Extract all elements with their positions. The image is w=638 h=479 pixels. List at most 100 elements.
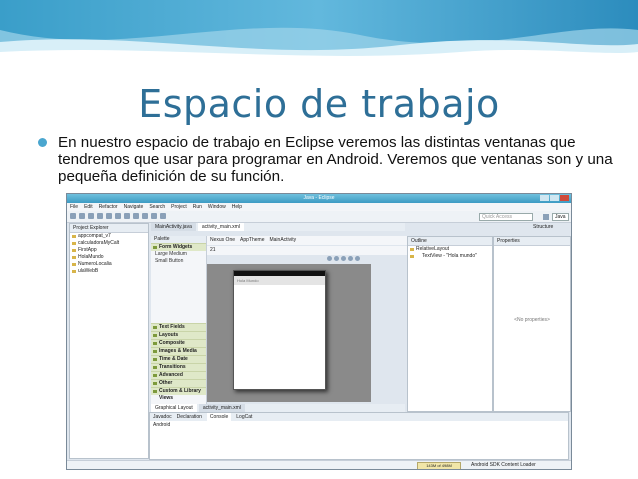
tab-mainactivity-java[interactable]: MainActivity.java [151, 223, 196, 231]
properties-header[interactable]: Properties [494, 237, 570, 246]
console-panel: Javadoc Declaration Console LogCat Andro… [149, 412, 569, 460]
tab-graphical-layout[interactable]: Graphical Layout [151, 404, 197, 412]
tree-item[interactable]: calculadoraMyCalt [70, 240, 148, 247]
toolbar-icons [70, 213, 166, 219]
open-perspective-icon[interactable] [543, 214, 549, 220]
palette-section[interactable]: Other [151, 379, 206, 387]
tab-declaration[interactable]: Declaration [177, 413, 202, 421]
external-tools-icon[interactable] [115, 213, 121, 219]
maximize-icon[interactable] [550, 195, 559, 201]
debug-icon[interactable] [97, 213, 103, 219]
tab-logcat[interactable]: LogCat [236, 413, 252, 421]
tree-item[interactable]: HolaMundo [70, 254, 148, 261]
console-tabs: Javadoc Declaration Console LogCat [150, 413, 568, 421]
tab-javadoc[interactable]: Javadoc [153, 413, 172, 421]
header-band [0, 0, 638, 62]
status-bar: 143M of 498M Android SDK Content Loader [67, 460, 571, 469]
close-icon[interactable] [560, 195, 569, 201]
layout-view-tabs: Graphical Layout activity_main.xml [151, 404, 405, 412]
menu-help[interactable]: Help [232, 203, 242, 211]
menu-refactor[interactable]: Refactor [99, 203, 118, 211]
quick-access-input[interactable]: Quick Access [479, 213, 533, 221]
minimize-icon[interactable] [540, 195, 549, 201]
editor-tabs: MainActivity.java activity_main.xml [151, 223, 405, 231]
layout-canvas[interactable]: Hola Mundo [207, 264, 371, 402]
tree-item[interactable]: FirstApp [70, 247, 148, 254]
structure-label: Structure [533, 224, 554, 230]
device-selector[interactable]: Nexus One [210, 236, 235, 245]
tree-item[interactable]: NumeroLocalia [70, 261, 148, 268]
open-type-icon[interactable] [133, 213, 139, 219]
menu-window[interactable]: Window [208, 203, 226, 211]
tab-xml-source[interactable]: activity_main.xml [198, 404, 245, 412]
new-java-class-icon[interactable] [124, 213, 130, 219]
menu-bar: File Edit Refactor Navigate Search Proje… [67, 203, 571, 211]
palette-panel: Palette Form Widgets Large Medium Small … [151, 236, 207, 404]
layout-editor-toolbar: Nexus One AppTheme MainActivity [207, 236, 408, 245]
header-wave-graphic [0, 0, 638, 62]
tab-console[interactable]: Console [206, 413, 232, 421]
palette-section[interactable]: Layouts [151, 331, 206, 339]
menu-project[interactable]: Project [171, 203, 187, 211]
slide-title: Espacio de trabajo [138, 82, 500, 126]
palette-row[interactable]: Small Button [151, 258, 206, 265]
palette-header: Palette [151, 236, 206, 243]
activity-selector[interactable]: MainActivity [269, 236, 296, 245]
menu-run[interactable]: Run [193, 203, 202, 211]
api-level-selector[interactable]: 21 [207, 246, 408, 255]
palette-section[interactable]: Form Widgets [151, 243, 206, 251]
bullet-marker [38, 138, 47, 147]
perspective-switcher: Java [543, 213, 569, 221]
search-icon[interactable] [142, 213, 148, 219]
palette-section[interactable]: Text Fields [151, 323, 206, 331]
project-explorer-header[interactable]: Project Explorer [70, 224, 148, 233]
outline-header[interactable]: Outline [408, 237, 492, 246]
java-perspective-button[interactable]: Java [552, 213, 569, 221]
menu-navigate[interactable]: Navigate [124, 203, 144, 211]
menu-file[interactable]: File [70, 203, 78, 211]
palette-section[interactable]: Custom & Library Views [151, 387, 206, 401]
zoom-fit-icon[interactable] [341, 256, 346, 261]
palette-section[interactable]: Images & Media [151, 347, 206, 355]
zoom-in-icon[interactable] [327, 256, 332, 261]
zoom-actual-icon[interactable] [348, 256, 353, 261]
window-titlebar: Java - Eclipse [67, 194, 571, 203]
bullet-text: En nuestro espacio de trabajo en Eclipse… [58, 134, 613, 185]
window-controls [540, 195, 569, 201]
project-explorer-panel: Project Explorer appcompat_v7 calculador… [69, 223, 149, 459]
tab-activity-main-xml[interactable]: activity_main.xml [197, 223, 244, 231]
outline-panel: Outline RelativeLayout TextView - "Hola … [407, 236, 493, 412]
loader-status: Android SDK Content Loader [471, 462, 536, 468]
menu-search[interactable]: Search [149, 203, 165, 211]
palette-section[interactable]: Time & Date [151, 355, 206, 363]
properties-empty-text: <No properties> [514, 317, 550, 323]
tree-item[interactable]: ulaWebB [70, 268, 148, 275]
window-title: Java - Eclipse [303, 195, 335, 201]
new-icon[interactable] [70, 213, 76, 219]
back-icon[interactable] [151, 213, 157, 219]
main-toolbar: Quick Access Java [67, 211, 571, 223]
menu-edit[interactable]: Edit [84, 203, 93, 211]
tree-item[interactable]: appcompat_v7 [70, 233, 148, 240]
console-output: Android [153, 422, 171, 428]
device-app-title: Hola Mundo [234, 276, 325, 285]
palette-widgets-area [151, 265, 206, 323]
theme-selector[interactable]: AppTheme [240, 236, 264, 245]
properties-panel: Properties <No properties> [493, 236, 571, 412]
forward-icon[interactable] [160, 213, 166, 219]
palette-section[interactable]: Transitions [151, 363, 206, 371]
print-icon[interactable] [88, 213, 94, 219]
run-icon[interactable] [106, 213, 112, 219]
outline-item[interactable]: RelativeLayout [408, 246, 492, 253]
bullet-point: En nuestro espacio de trabajo en Eclipse… [38, 134, 618, 185]
outline-item[interactable]: TextView - "Hola mundo" [408, 253, 492, 260]
heap-status[interactable]: 143M of 498M [417, 462, 461, 469]
refresh-icon[interactable] [355, 256, 360, 261]
palette-section[interactable]: Advanced [151, 371, 206, 379]
zoom-out-icon[interactable] [334, 256, 339, 261]
device-preview[interactable]: Hola Mundo [233, 270, 326, 390]
palette-row[interactable]: Large Medium [151, 251, 206, 258]
eclipse-screenshot: Java - Eclipse File Edit Refactor Naviga… [66, 193, 572, 470]
palette-section[interactable]: Composite [151, 339, 206, 347]
save-icon[interactable] [79, 213, 85, 219]
